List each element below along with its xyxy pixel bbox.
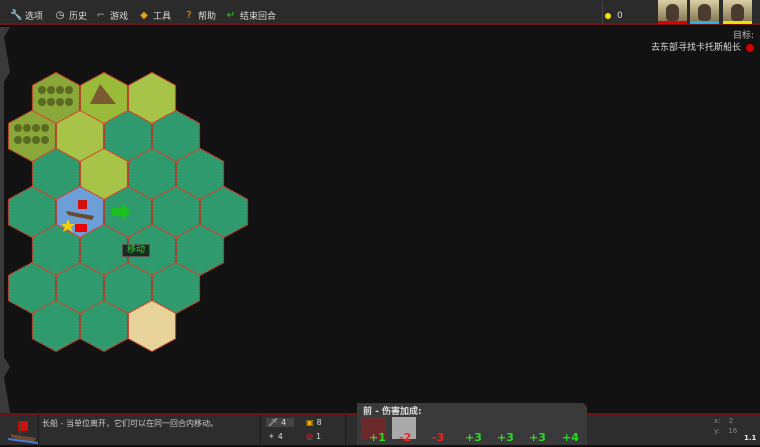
hex-coordinates: x: 2 y: 16 — [714, 417, 738, 435]
end-turn-icon: ↵ — [226, 10, 236, 21]
portrait-leader-3[interactable] — [723, 0, 752, 24]
menu-help[interactable]: ? 帮助 — [183, 9, 216, 22]
portrait-leader-2[interactable] — [690, 0, 719, 24]
gold-icon — [605, 13, 611, 19]
damage-bonus-value: +3 — [465, 431, 482, 444]
menu-label: 结束回合 — [240, 12, 277, 22]
tree-icon — [65, 98, 73, 106]
damage-bonus-title: 前 - 伤害加成: — [363, 407, 422, 417]
range-stat: ◎ 1 — [306, 432, 322, 441]
tree-icon — [32, 124, 40, 132]
menu-label: 历史 — [69, 12, 88, 22]
help-icon: ? — [186, 10, 192, 21]
top-menu-bar: 🔧 选项 ◷ 历史 ⌐ 游戏 ◆ 工具? 帮助 ↵ 结束回合 0 — [0, 0, 760, 25]
walk-icon: ✶ — [268, 432, 275, 441]
version-label: 1.1 — [744, 434, 757, 442]
tree-icon — [47, 98, 55, 106]
damage-bonus-value: +4 — [562, 431, 579, 444]
movement-stat: ✶ 4 — [268, 432, 283, 441]
tree-icon — [32, 136, 40, 144]
menu-clock[interactable]: ◷ 历史 — [54, 9, 87, 22]
tree-icon — [65, 86, 73, 94]
damage-bonus-value: -3 — [432, 431, 445, 444]
objective-status-icon — [746, 44, 754, 52]
menu-wrench[interactable]: 🔧 选项 — [10, 9, 43, 22]
damage-bonus-value: +1 — [369, 431, 386, 444]
menu-label: 工具 — [153, 12, 172, 22]
objective-item: 去东部寻找卡托斯船长 — [650, 43, 741, 53]
menu-label: 帮助 — [198, 12, 217, 22]
gun-icon: ⌐ — [96, 10, 106, 21]
defense-stat: ▣ 8 — [306, 418, 322, 427]
divider — [602, 2, 603, 24]
tools-icon: ◆ — [140, 10, 148, 21]
game-map[interactable] — [0, 27, 760, 413]
tree-icon — [38, 86, 46, 94]
tree-icon — [41, 124, 49, 132]
tree-icon — [56, 86, 64, 94]
tree-icon — [38, 98, 46, 106]
longboat-unit-icon — [8, 421, 38, 444]
tree-icon — [47, 86, 55, 94]
menu-label: 游戏 — [110, 12, 129, 22]
move-label: 移动 — [122, 244, 151, 257]
damage-bonus-value: -2 — [399, 431, 412, 444]
tree-icon — [56, 98, 64, 106]
menu-gun[interactable]: ⌐ 游戏 — [95, 9, 128, 22]
target-icon: ◎ — [306, 432, 313, 441]
map-border-frame — [0, 27, 10, 413]
unit-description: 长船 - 当单位离开，它们可以在同一回合内移动。 — [42, 419, 218, 428]
menu-end-turn[interactable]: ↵ 结束回合 — [225, 9, 276, 22]
sword-icon: 🗡 — [268, 418, 279, 427]
damage-bonus-value: +3 — [529, 431, 546, 444]
gold-value: 0 — [617, 11, 623, 21]
portrait-leader-1[interactable] — [658, 0, 687, 24]
hex-grid[interactable] — [0, 27, 760, 413]
armor-icon: ▣ — [306, 418, 314, 427]
objectives-panel: 目标: 去东部寻找卡托斯船长 — [651, 30, 754, 54]
damage-bonus-panel: 前 - 伤害加成: +1 -2 -3 +3 +3 +3 +4 — [357, 403, 587, 445]
gold-counter: 0 — [605, 11, 623, 21]
attack-stat: 🗡 4 — [266, 418, 295, 427]
damage-bonus-value: +3 — [497, 431, 514, 444]
menu-label: 选项 — [25, 12, 44, 22]
menu-tools[interactable]: ◆ 工具 — [138, 9, 171, 22]
wrench-icon: 🔧 — [10, 10, 23, 21]
objectives-title: 目标: — [732, 31, 754, 41]
clock-icon: ◷ — [55, 10, 65, 21]
tree-icon — [41, 136, 49, 144]
